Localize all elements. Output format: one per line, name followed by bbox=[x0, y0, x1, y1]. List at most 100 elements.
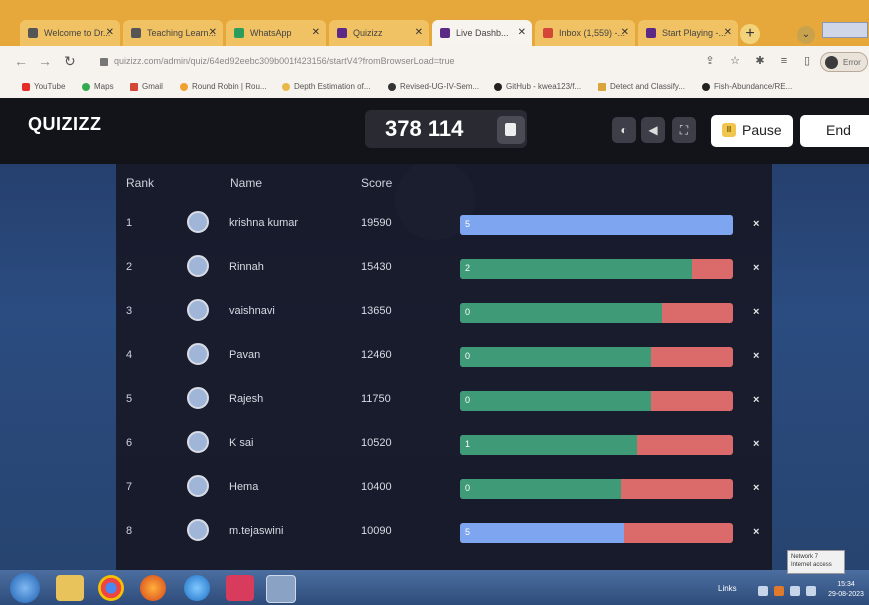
start-button[interactable] bbox=[10, 573, 40, 603]
accuracy-bar: 5 bbox=[460, 215, 733, 235]
clock-date: 29-08-2023 bbox=[828, 591, 864, 598]
score-header: Score bbox=[361, 176, 393, 190]
player-avatar bbox=[187, 519, 209, 541]
bookmark-label: Round Robin | Rou... bbox=[192, 82, 267, 91]
tab-inbox[interactable]: Inbox (1,559) -... ✕ bbox=[535, 20, 635, 46]
windows-taskbar bbox=[0, 570, 869, 605]
bookmark-maps[interactable]: Maps bbox=[82, 82, 114, 91]
side-panel-icon[interactable]: ▯ bbox=[801, 55, 813, 67]
bookmark-label: Revised-UG-IV-Sem... bbox=[400, 82, 480, 91]
remove-player-button[interactable]: × bbox=[753, 218, 759, 230]
game-code: 378 114 bbox=[385, 116, 464, 141]
tab-teaching[interactable]: Teaching Learn... ✕ bbox=[123, 20, 223, 46]
remove-player-button[interactable]: × bbox=[753, 482, 759, 494]
bookmark-revised-ug[interactable]: Revised-UG-IV-Sem... bbox=[388, 82, 479, 91]
bookmark-label: Detect and Classify... bbox=[610, 82, 685, 91]
streak-count: 5 bbox=[465, 219, 471, 229]
player-rank: 1 bbox=[126, 217, 133, 229]
internet-explorer-icon[interactable] bbox=[184, 575, 210, 601]
pause-label: Pause bbox=[742, 122, 782, 138]
tab-favicon-icon bbox=[28, 28, 38, 38]
tray-update-icon[interactable] bbox=[774, 586, 784, 596]
bookmark-depth-estimation[interactable]: Depth Estimation of... bbox=[282, 82, 370, 91]
share-icon[interactable]: ⇪ bbox=[704, 55, 716, 67]
accuracy-bar: 5 bbox=[460, 523, 733, 543]
close-tab-icon[interactable]: ✕ bbox=[518, 27, 526, 38]
player-name[interactable]: vaishnavi bbox=[229, 305, 275, 317]
fullscreen-icon: ⛶ bbox=[679, 123, 689, 137]
player-rank: 6 bbox=[126, 437, 133, 449]
player-name[interactable]: Pavan bbox=[229, 349, 260, 361]
chrome-icon[interactable] bbox=[98, 575, 124, 601]
tab-welcome[interactable]: Welcome to Dr... ✕ bbox=[20, 20, 120, 46]
remove-player-button[interactable]: × bbox=[753, 306, 759, 318]
streak-count: 0 bbox=[465, 483, 471, 493]
remove-player-button[interactable]: × bbox=[753, 438, 759, 450]
copy-code-button[interactable] bbox=[497, 116, 525, 144]
close-tab-icon[interactable]: ✕ bbox=[621, 27, 629, 38]
new-tab-button[interactable]: + bbox=[740, 24, 760, 44]
tab-live-dashboard[interactable]: Live Dashb... ✕ bbox=[432, 20, 532, 46]
tab-search-chevron-icon[interactable]: ⌄ bbox=[797, 26, 815, 44]
bookmark-youtube[interactable]: YouTube bbox=[22, 82, 65, 91]
gmail-icon bbox=[130, 82, 138, 91]
fullscreen-button[interactable]: ⛶ bbox=[672, 117, 696, 143]
close-tab-icon[interactable]: ✕ bbox=[724, 27, 732, 38]
player-name[interactable]: Rajesh bbox=[229, 393, 263, 405]
firefox-icon[interactable] bbox=[140, 575, 166, 601]
reading-list-icon[interactable]: ≡ bbox=[778, 55, 790, 67]
sound-button[interactable]: ◀ bbox=[641, 117, 665, 143]
quizizz-logo: QUIZIZZ bbox=[28, 114, 102, 134]
window-controls[interactable] bbox=[822, 22, 868, 38]
bookmark-fish-abundance[interactable]: Fish-Abundance/RE... bbox=[702, 82, 792, 91]
system-clock[interactable]: 15:34 29-08-2023 bbox=[824, 580, 868, 600]
file-explorer-icon[interactable] bbox=[56, 575, 84, 601]
tab-label: Start Playing -... bbox=[662, 28, 727, 38]
close-tab-icon[interactable]: ✕ bbox=[106, 27, 114, 38]
remove-player-button[interactable]: × bbox=[753, 394, 759, 406]
url-bar[interactable]: quizizz.com/admin/quiz/64ed92eebc309b001… bbox=[90, 51, 690, 71]
wps-office-icon[interactable] bbox=[226, 575, 254, 601]
remove-player-button[interactable]: × bbox=[753, 262, 759, 274]
theme-button[interactable]: ◐ bbox=[612, 117, 636, 143]
profile-button[interactable]: Error bbox=[820, 52, 868, 72]
back-arrow-icon[interactable]: ← bbox=[14, 53, 28, 69]
bookmark-round-robin[interactable]: Round Robin | Rou... bbox=[180, 82, 267, 91]
accuracy-bar: 0 bbox=[460, 391, 733, 411]
volume-icon[interactable] bbox=[806, 586, 816, 596]
player-avatar bbox=[187, 211, 209, 233]
player-avatar bbox=[187, 387, 209, 409]
player-avatar bbox=[187, 299, 209, 321]
bookmark-gmail[interactable]: Gmail bbox=[130, 82, 163, 91]
links-toolbar-label[interactable]: Links bbox=[718, 584, 737, 593]
extensions-icon[interactable]: ✱ bbox=[754, 55, 766, 67]
bookmark-detect-classify[interactable]: Detect and Classify... bbox=[598, 82, 685, 91]
close-tab-icon[interactable]: ✕ bbox=[312, 27, 320, 38]
accuracy-bar-fill bbox=[460, 435, 638, 455]
player-rank: 4 bbox=[126, 349, 133, 361]
remove-player-button[interactable]: × bbox=[753, 350, 759, 362]
close-tab-icon[interactable]: ✕ bbox=[209, 27, 217, 38]
player-name[interactable]: krishna kumar bbox=[229, 217, 298, 229]
bookmark-star-icon[interactable]: ☆ bbox=[729, 55, 741, 67]
tray-app-icon[interactable] bbox=[758, 586, 768, 596]
player-name[interactable]: Rinnah bbox=[229, 261, 264, 273]
remove-player-button[interactable]: × bbox=[753, 526, 759, 538]
tab-quizizz[interactable]: Quizizz ✕ bbox=[329, 20, 429, 46]
player-name[interactable]: K sai bbox=[229, 437, 253, 449]
network-icon[interactable] bbox=[790, 586, 800, 596]
tab-start-playing[interactable]: Start Playing -... ✕ bbox=[638, 20, 738, 46]
accuracy-bar-fill bbox=[460, 347, 652, 367]
forward-arrow-icon[interactable]: → bbox=[38, 53, 52, 69]
tab-whatsapp[interactable]: WhatsApp ✕ bbox=[226, 20, 326, 46]
chrome-active-icon[interactable] bbox=[266, 575, 296, 603]
player-name[interactable]: m.tejaswini bbox=[229, 525, 283, 537]
player-name[interactable]: Hema bbox=[229, 481, 258, 493]
close-tab-icon[interactable]: ✕ bbox=[415, 27, 423, 38]
streak-count: 0 bbox=[465, 307, 471, 317]
quizizz-icon bbox=[646, 28, 656, 38]
tab-label: Live Dashb... bbox=[456, 28, 509, 38]
reload-icon[interactable]: ↻ bbox=[64, 53, 76, 70]
github-icon bbox=[494, 82, 502, 91]
bookmark-github-kwea[interactable]: GitHub - kwea123/f... bbox=[494, 82, 581, 91]
